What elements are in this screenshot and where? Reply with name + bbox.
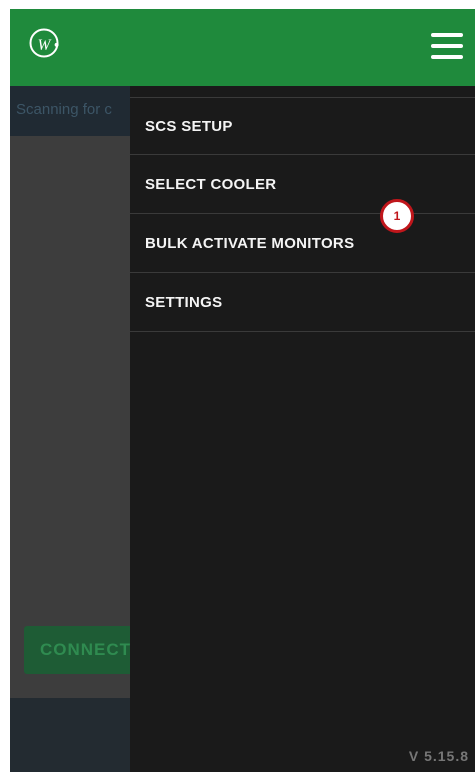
- menu-item-bulk-activate-monitors[interactable]: BULK ACTIVATE MONITORS: [130, 215, 475, 273]
- logo-icon: W: [29, 28, 59, 58]
- app-screen: W Scanning for c CONNECT SCS SETUP SELEC…: [10, 9, 475, 772]
- menu-item-scs-setup[interactable]: SCS SETUP: [130, 97, 475, 155]
- logo-letter: W: [38, 37, 52, 54]
- step-badge: 1: [380, 199, 414, 233]
- app-version: V 5.15.8: [408, 748, 469, 764]
- menu-item-settings[interactable]: SETTINGS: [130, 274, 475, 332]
- app-header: W: [10, 9, 475, 86]
- scan-status-text: Scanning for c: [16, 101, 112, 118]
- hamburger-menu-icon[interactable]: [431, 33, 463, 59]
- navigation-drawer: SCS SETUP SELECT COOLER BULK ACTIVATE MO…: [130, 86, 475, 772]
- menu-item-select-cooler[interactable]: SELECT COOLER: [130, 156, 475, 214]
